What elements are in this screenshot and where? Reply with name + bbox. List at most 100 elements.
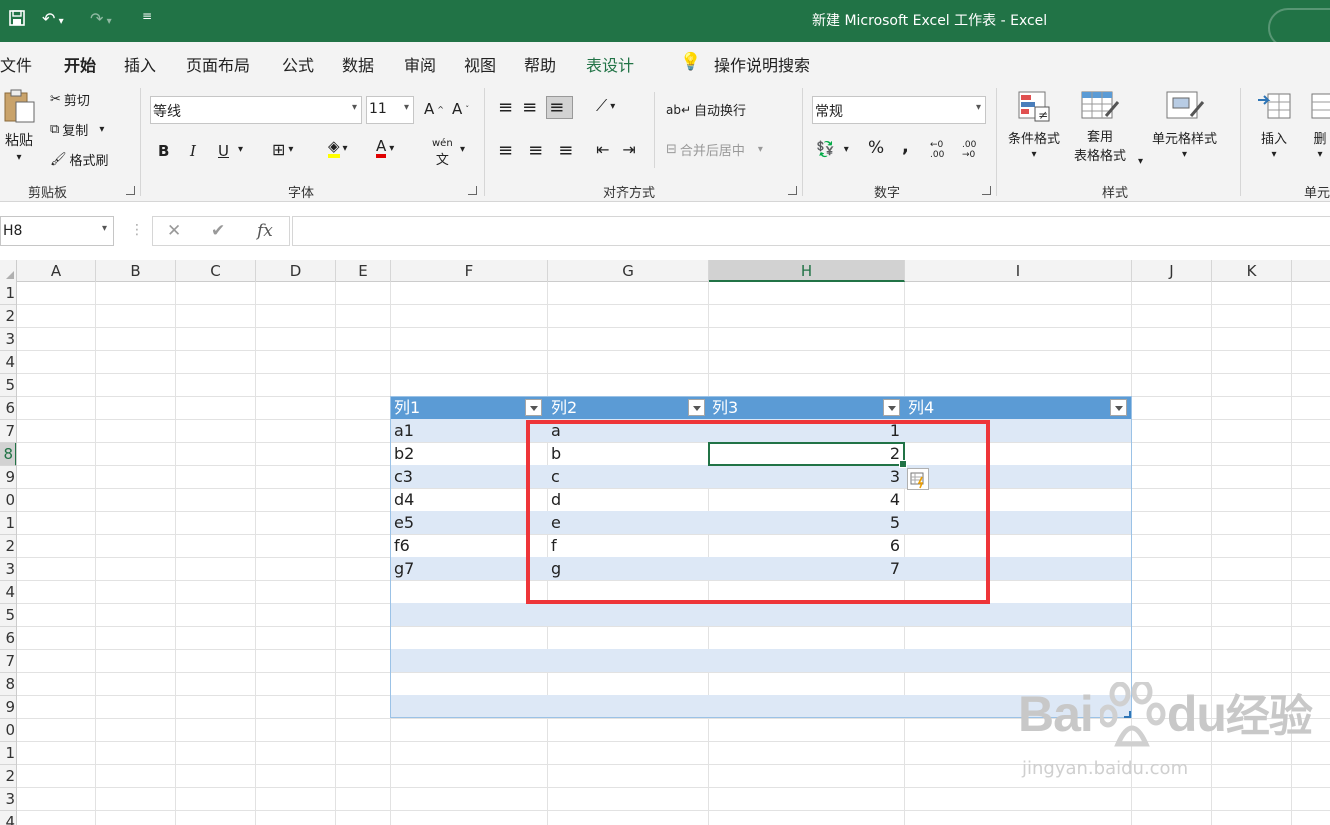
filter-dropdown-icon[interactable] [525, 399, 542, 416]
cancel-icon[interactable]: ✕ [167, 221, 181, 241]
tab-table-design[interactable]: 表设计 [586, 52, 634, 76]
chevron-down-icon[interactable]: ▾ [238, 144, 243, 155]
tab-formulas[interactable]: 公式 [282, 52, 314, 76]
column-header-e[interactable]: E [336, 260, 391, 282]
align-middle-icon[interactable]: ≡ [522, 97, 543, 118]
column-header-k[interactable]: K [1212, 260, 1292, 282]
row-header[interactable]: 9 [0, 466, 16, 489]
vertical-align-icons[interactable]: ≡ ≡ ≡ [498, 96, 574, 119]
format-painter-button[interactable]: 🖌 格式刷 [50, 150, 109, 169]
increase-indent-icon[interactable]: ⇥ [622, 140, 645, 159]
copy-button[interactable]: ⧉ 复制 ▾ [50, 120, 104, 139]
align-top-icon[interactable]: ≡ [498, 97, 519, 118]
table-header-cell[interactable]: 列4 [904, 396, 1131, 419]
align-left-icon[interactable]: ≡ [498, 140, 525, 161]
row-header-selected[interactable]: 8 [0, 443, 16, 466]
row-header[interactable]: 1 [0, 742, 16, 765]
decrease-font-icon[interactable]: Aˇ [452, 100, 469, 118]
table-cell[interactable]: c3 [390, 465, 547, 488]
horizontal-align-icons[interactable]: ≡ ≡ ≡ [498, 140, 585, 161]
row-header[interactable]: 7 [0, 650, 16, 673]
tab-data[interactable]: 数据 [342, 52, 374, 76]
paste-button[interactable]: 粘贴 ▾ [2, 88, 36, 163]
phonetic-icon[interactable]: wén 文 [432, 138, 453, 168]
increase-decimal-icon[interactable]: ←0 .00 [930, 140, 958, 160]
tab-help[interactable]: 帮助 [524, 52, 556, 76]
row-header[interactable]: 2 [0, 535, 16, 558]
row-header[interactable]: 4 [0, 581, 16, 604]
increase-font-icon[interactable]: A ^ [424, 100, 444, 118]
table-cell[interactable]: d4 [390, 488, 547, 511]
fill-color-icon[interactable]: ◈ ▾ [328, 138, 348, 158]
undo-icon[interactable]: ↶ ▾ [42, 9, 64, 28]
row-header[interactable]: 4 [0, 811, 16, 825]
row-header[interactable]: 2 [0, 765, 16, 788]
table-header-cell[interactable]: 列3 [708, 396, 904, 419]
table-row-empty[interactable] [390, 649, 1132, 672]
row-header[interactable]: 9 [0, 696, 16, 719]
tab-insert[interactable]: 插入 [124, 52, 156, 76]
tell-me-search[interactable]: 操作说明搜索 [714, 52, 810, 76]
row-header[interactable]: 4 [0, 351, 16, 374]
merge-center-button[interactable]: ⊟ 合并后居中 ▾ [666, 140, 763, 159]
save-icon[interactable] [8, 9, 26, 31]
border-icon[interactable]: ⊞ ▾ [272, 140, 293, 159]
font-color-icon[interactable]: A ▾ [376, 138, 394, 158]
dialog-launcher-icon[interactable] [468, 186, 477, 195]
row-header[interactable]: 6 [0, 397, 16, 420]
tab-home[interactable]: 开始 [64, 52, 97, 85]
wrap-text-button[interactable]: ab↵ 自动换行 [666, 100, 746, 120]
row-header[interactable]: 7 [0, 420, 16, 443]
accounting-icon[interactable]: 💱 ▾ [816, 140, 849, 158]
table-cell[interactable]: f6 [390, 534, 547, 557]
formula-input[interactable] [292, 216, 1330, 246]
more-icon[interactable]: ⋮ [130, 222, 144, 238]
column-header-h[interactable]: H [709, 260, 905, 282]
column-header-l[interactable] [1292, 260, 1330, 282]
row-header[interactable]: 3 [0, 328, 16, 351]
align-right-icon[interactable]: ≡ [558, 140, 585, 161]
format-as-table-button[interactable]: 套用 表格格式 [1074, 90, 1126, 164]
table-header-cell[interactable]: 列2 [547, 396, 708, 419]
column-header-j[interactable]: J [1132, 260, 1212, 282]
chevron-down-icon[interactable]: ▾ [460, 144, 465, 155]
orientation-icon[interactable]: ⟋ ▾ [596, 96, 615, 116]
row-header[interactable]: 3 [0, 558, 16, 581]
row-header[interactable]: 8 [0, 673, 16, 696]
row-header[interactable]: 6 [0, 627, 16, 650]
comma-button[interactable]: , [902, 136, 909, 157]
row-header[interactable]: 1 [0, 282, 16, 305]
underline-button[interactable]: U [218, 142, 229, 160]
insert-function-icon[interactable]: fx [257, 221, 273, 241]
redo-icon[interactable]: ↷ ▾ [90, 9, 112, 28]
column-header-g[interactable]: G [548, 260, 709, 282]
tab-file[interactable]: 文件 [0, 52, 32, 76]
row-header[interactable]: 1 [0, 512, 16, 535]
select-all-button[interactable] [0, 260, 17, 282]
align-center-icon[interactable]: ≡ [528, 140, 555, 161]
table-cell[interactable]: a1 [390, 419, 547, 442]
table-header-cell[interactable]: 列1 [390, 396, 547, 419]
tab-page-layout[interactable]: 页面布局 [186, 52, 250, 76]
align-bottom-icon[interactable]: ≡ [546, 96, 574, 119]
dialog-launcher-icon[interactable] [788, 186, 797, 195]
filter-dropdown-icon[interactable] [688, 399, 705, 416]
table-cell[interactable]: g7 [390, 557, 547, 580]
italic-button[interactable]: I [190, 142, 196, 160]
decrease-decimal-icon[interactable]: .00 →0 [962, 140, 990, 160]
cut-button[interactable]: ✂ 剪切 [50, 90, 90, 109]
table-row-empty[interactable] [390, 603, 1132, 626]
table-row-empty[interactable] [390, 626, 1132, 649]
enter-icon[interactable]: ✔ [211, 221, 225, 241]
tab-review[interactable]: 审阅 [404, 52, 436, 76]
filter-dropdown-icon[interactable] [883, 399, 900, 416]
chevron-down-icon[interactable]: ▾ [1138, 156, 1143, 167]
font-name-dropdown[interactable]: 等线 [150, 96, 362, 124]
insert-cells-button[interactable]: 插入 ▾ [1256, 90, 1292, 160]
row-header[interactable]: 5 [0, 374, 16, 397]
dialog-launcher-icon[interactable] [982, 186, 991, 195]
name-box[interactable]: H8 [0, 216, 114, 246]
number-format-dropdown[interactable]: 常规 [812, 96, 986, 124]
column-header-d[interactable]: D [256, 260, 336, 282]
column-header-b[interactable]: B [96, 260, 176, 282]
